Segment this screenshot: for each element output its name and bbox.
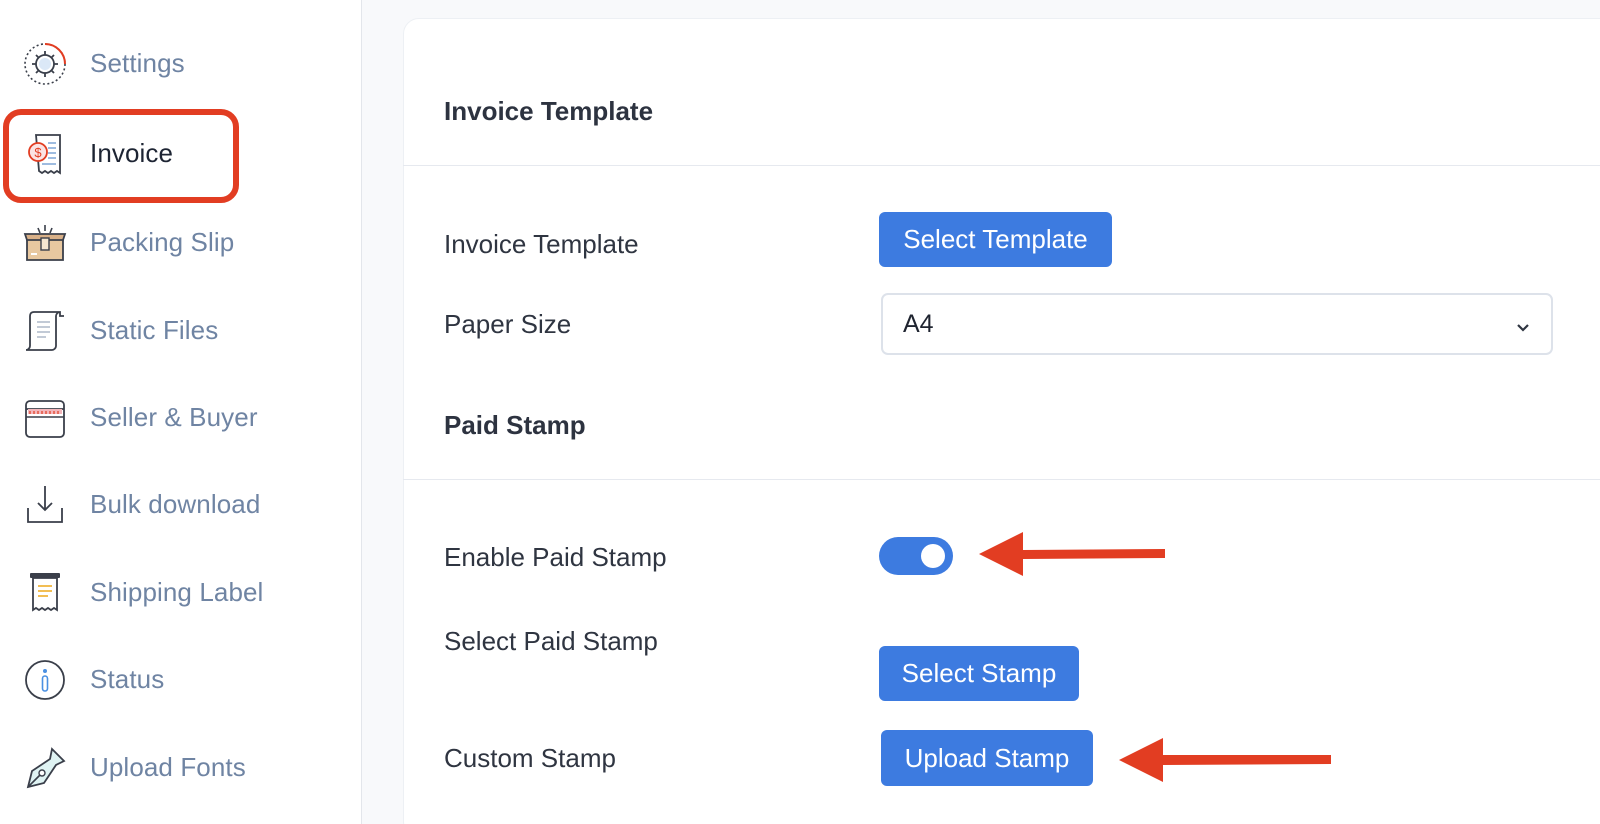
sidebar-item-label: Seller & Buyer <box>90 401 258 432</box>
section-divider <box>403 479 1600 480</box>
custom-stamp-label: Custom Stamp <box>444 743 616 773</box>
sidebar-item-label: Shipping Label <box>90 576 264 607</box>
chevron-down-icon <box>1513 315 1533 335</box>
packing-box-icon <box>22 220 68 266</box>
select-stamp-button[interactable]: Select Stamp <box>879 646 1079 701</box>
paid-stamp-section-title: Paid Stamp <box>444 410 586 440</box>
paper-size-select[interactable]: A4 <box>881 293 1553 355</box>
sidebar: Settings $ Invoice Packing Slip Static F… <box>0 0 362 824</box>
toggle-knob <box>921 544 945 568</box>
download-tray-icon <box>22 482 68 528</box>
pen-nib-icon <box>22 745 68 791</box>
sidebar-item-static-files[interactable]: Static Files <box>0 300 362 360</box>
sidebar-item-shipping-label[interactable]: Shipping Label <box>0 562 362 622</box>
sidebar-item-seller-buyer[interactable]: Seller & Buyer <box>0 387 362 447</box>
sidebar-item-label: Static Files <box>90 314 219 345</box>
sidebar-item-label: Bulk download <box>90 488 261 519</box>
sidebar-item-label: Settings <box>90 47 185 78</box>
sidebar-item-status[interactable]: Status <box>0 649 362 709</box>
enable-paid-stamp-toggle[interactable] <box>879 537 953 575</box>
sidebar-item-packing-slip[interactable]: Packing Slip <box>0 212 362 272</box>
select-paid-stamp-label: Select Paid Stamp <box>444 626 658 656</box>
invoice-receipt-icon: $ <box>22 131 68 177</box>
upload-stamp-button[interactable]: Upload Stamp <box>881 730 1093 786</box>
settings-gear-icon <box>22 41 68 87</box>
sidebar-item-bulk-download[interactable]: Bulk download <box>0 474 362 534</box>
paper-size-label: Paper Size <box>444 309 572 339</box>
sidebar-item-label: Status <box>90 663 165 694</box>
enable-paid-stamp-label: Enable Paid Stamp <box>444 542 667 572</box>
info-circle-icon <box>22 657 68 703</box>
paper-size-value: A4 <box>903 309 934 338</box>
scroll-document-icon <box>22 308 68 354</box>
sidebar-item-label: Upload Fonts <box>90 751 246 782</box>
sidebar-item-invoice[interactable]: $ Invoice <box>0 123 362 183</box>
sidebar-item-label: Invoice <box>90 137 174 168</box>
select-template-button[interactable]: Select Template <box>879 212 1112 267</box>
sidebar-item-settings[interactable]: Settings <box>0 33 362 93</box>
invoice-template-section-title: Invoice Template <box>444 96 654 126</box>
section-divider <box>403 165 1600 166</box>
shipping-label-icon <box>22 570 68 616</box>
invoice-template-label: Invoice Template <box>444 229 639 259</box>
sidebar-item-upload-fonts[interactable]: Upload Fonts <box>0 737 362 797</box>
sidebar-item-label: Packing Slip <box>90 226 235 257</box>
storefront-icon <box>22 395 68 441</box>
svg-text:$: $ <box>34 145 42 160</box>
